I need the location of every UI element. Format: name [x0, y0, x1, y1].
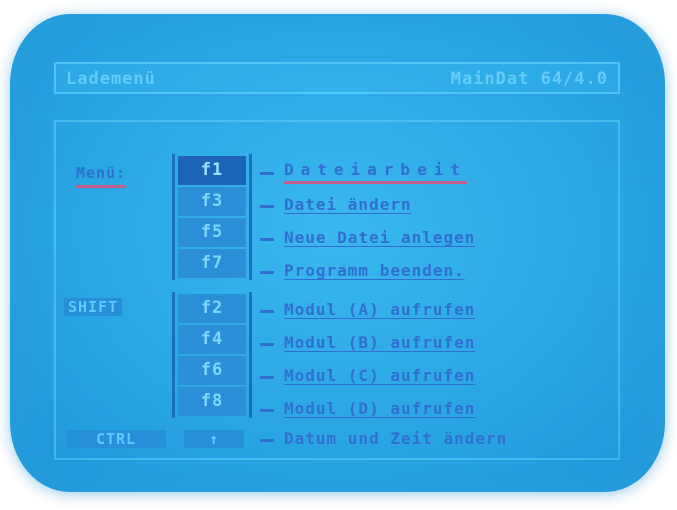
- function-key-group-shift: f2 f4 f6 f8: [172, 292, 252, 418]
- cursor-up-key[interactable]: ↑: [184, 430, 244, 448]
- f8-key[interactable]: f8: [178, 387, 246, 416]
- menu-item-datum-zeit[interactable]: Datum und Zeit ändern: [284, 429, 507, 448]
- crt-screen: Lademenü MainDat 64/4.0 Menü: SHIFT CTRL…: [10, 14, 665, 492]
- menu-item-modul-a[interactable]: Modul (A) aufrufen: [284, 300, 475, 319]
- menu-label: Menü:: [76, 164, 127, 188]
- menu-item-datei-aendern[interactable]: Datei ändern: [284, 195, 412, 214]
- dash-separator: [260, 205, 274, 208]
- dash-separator: [260, 238, 274, 241]
- f5-key[interactable]: f5: [178, 218, 246, 247]
- f6-key[interactable]: f6: [178, 356, 246, 385]
- menu-item-neue-datei[interactable]: Neue Datei anlegen: [284, 228, 475, 247]
- f1-key[interactable]: f1: [178, 156, 246, 185]
- title-bar: Lademenü MainDat 64/4.0: [54, 62, 620, 94]
- f4-key[interactable]: f4: [178, 325, 246, 354]
- dash-separator: [260, 271, 274, 274]
- screen-title: Lademenü: [66, 69, 156, 89]
- dash-separator: [260, 409, 274, 412]
- menu-item-modul-c[interactable]: Modul (C) aufrufen: [284, 366, 475, 385]
- menu-panel: Menü: SHIFT CTRL f1 f3 f5 f7 f2 f4 f6 f8…: [54, 120, 620, 460]
- function-key-group-primary: f1 f3 f5 f7: [172, 154, 252, 280]
- dash-separator: [260, 310, 274, 313]
- f7-key[interactable]: f7: [178, 249, 246, 278]
- f2-key[interactable]: f2: [178, 294, 246, 323]
- dash-separator: [260, 172, 274, 175]
- menu-item-modul-b[interactable]: Modul (B) aufrufen: [284, 333, 475, 352]
- menu-item-modul-d[interactable]: Modul (D) aufrufen: [284, 399, 475, 418]
- ctrl-label: CTRL: [66, 430, 166, 448]
- shift-label: SHIFT: [64, 298, 123, 316]
- dash-separator: [260, 376, 274, 379]
- menu-item-dateiarbeit[interactable]: Dateiarbeit: [284, 160, 467, 184]
- dash-separator: [260, 343, 274, 346]
- f3-key[interactable]: f3: [178, 187, 246, 216]
- app-version: MainDat 64/4.0: [450, 69, 608, 89]
- menu-item-programm-beenden[interactable]: Programm beenden.: [284, 261, 465, 280]
- dash-separator: [260, 439, 274, 442]
